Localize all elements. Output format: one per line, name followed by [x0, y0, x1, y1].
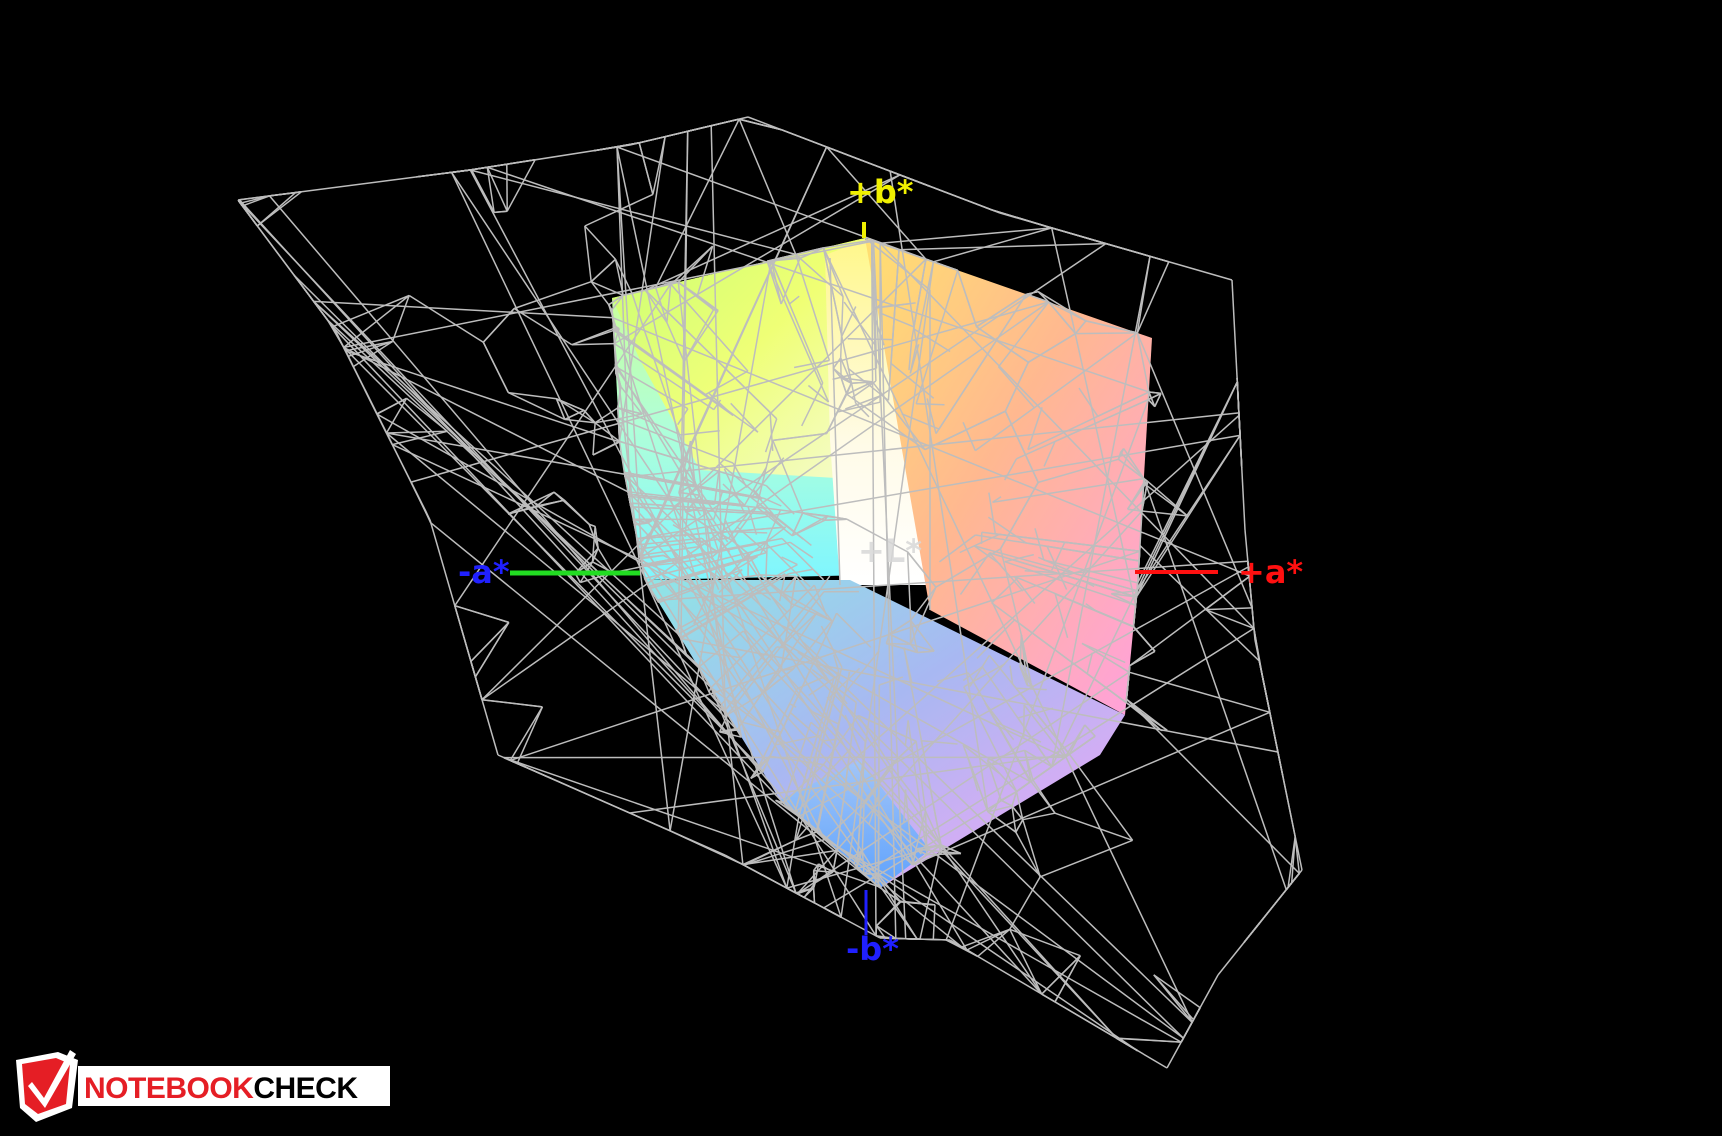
wireframe-edge: [410, 481, 432, 524]
wireframe-edge: [471, 163, 507, 171]
wireframe-edge: [481, 698, 543, 708]
wireframe-mesh: [237, 116, 1303, 1069]
wireframe-edge: [1147, 391, 1150, 400]
wireframe-edge: [352, 366, 366, 391]
wireframe-edge: [386, 432, 625, 476]
wireframe-edge: [1125, 698, 1300, 874]
wireframe-edge: [509, 706, 544, 761]
wireframe-edge: [826, 146, 891, 172]
wireframe-edge: [345, 350, 620, 443]
wireframe-edge: [590, 258, 617, 283]
wireframe-edge: [408, 294, 484, 343]
axis-label-minus-b: -b*: [846, 930, 899, 968]
wireframe-edge: [1258, 660, 1265, 685]
wireframe-edge: [556, 398, 596, 424]
wireframe-edge: [1268, 707, 1279, 753]
checkmark-logo-icon: [16, 1050, 78, 1122]
wireframe-edge: [743, 838, 826, 866]
axis-label-plus-b: +b*: [847, 173, 914, 211]
wireframe-edge: [781, 129, 827, 148]
wireframe-edge: [1068, 753, 1134, 841]
wireframe-edge: [1259, 889, 1287, 923]
wireframe-edge: [847, 338, 893, 341]
wireframe-edge: [1282, 776, 1296, 837]
gamut-diagram: +b* -b* +a* -a* +L* NOTEBOOKCHECK: [16, 116, 1303, 1122]
wireframe-edge: [1128, 671, 1271, 714]
notebookcheck-logo: NOTEBOOKCHECK: [16, 1050, 390, 1122]
wireframe-edge: [1015, 819, 1024, 833]
wireframe-edge: [823, 907, 838, 916]
wireframe-edge: [1205, 607, 1253, 611]
wireframe-edge: [786, 816, 800, 889]
wireframe-edge: [509, 759, 552, 780]
wireframe-edge: [1116, 1037, 1182, 1043]
wireframe-edge: [1192, 1007, 1201, 1021]
wireframe-edge: [295, 191, 302, 194]
axis-label-minus-a: -a*: [458, 553, 510, 591]
wireframe-edge: [482, 341, 509, 393]
wireframe-edge: [814, 902, 825, 909]
wireframe-edge: [932, 904, 936, 940]
wireframe-edge: [1075, 332, 1138, 335]
axis-label-plus-l: +L*: [858, 532, 922, 570]
wireframe-edge: [690, 118, 740, 132]
wireframe-edge: [571, 342, 615, 346]
wireframe-edge: [629, 812, 671, 832]
wireframe-edge: [1051, 227, 1107, 245]
wireframe-edge: [1205, 608, 1255, 630]
wireframe-edge: [812, 887, 816, 903]
wireframe-edge: [739, 118, 782, 131]
wireframe-edge: [516, 706, 544, 764]
wireframe-edge: [1243, 921, 1261, 943]
wireframe-edge: [1180, 1021, 1193, 1043]
wireframe-edge: [470, 621, 510, 662]
wireframe-edge: [1039, 839, 1133, 878]
wireframe-edge: [332, 294, 410, 328]
wireframe-edge: [416, 171, 452, 178]
wireframe-edge: [664, 130, 688, 138]
wireframe-edge: [1148, 391, 1162, 395]
wireframe-edge: [256, 225, 295, 276]
wireframe-edge: [1129, 575, 1250, 667]
wireframe-edge: [639, 135, 666, 144]
wireframe-edge: [638, 142, 654, 195]
wireframe-edge: [1236, 381, 1240, 416]
wireframe-edge: [1239, 435, 1243, 469]
wireframe-edge: [1251, 607, 1255, 629]
wireframe-edge: [1277, 751, 1284, 777]
wireframe-edge: [991, 209, 1052, 229]
wireframe-edge: [1132, 626, 1156, 652]
wireframe-edge: [454, 604, 510, 624]
wireframe-edge: [474, 622, 510, 678]
wireframe-edge: [617, 407, 620, 419]
wireframe-edge: [708, 550, 723, 554]
wireframe-edge: [364, 390, 378, 415]
wireframe-edge: [470, 169, 796, 256]
wireframe-edge: [449, 169, 472, 174]
wireframe-edge: [584, 225, 592, 282]
axis-label-plus-a: +a*: [1238, 553, 1303, 591]
wireframe-edge: [877, 756, 880, 887]
wireframe-edge: [571, 327, 614, 346]
wireframe-edge: [584, 225, 617, 260]
wireframe-edge: [1105, 242, 1151, 258]
wireframe-edge: [470, 661, 483, 700]
wireframe-edge: [1054, 1001, 1117, 1039]
wireframe-edge: [917, 181, 982, 207]
wireframe-edge: [513, 280, 592, 310]
wireframe-edge: [980, 204, 993, 211]
wireframe-edge: [1041, 993, 1056, 1003]
wireframe-edge: [898, 242, 1106, 251]
wireframe-edge: [875, 901, 902, 927]
wireframe-edge: [961, 928, 1011, 948]
wireframe-edge: [506, 159, 536, 165]
logo-text-notebook: NOTEBOOKCHECK: [84, 1072, 358, 1105]
wireframe-edge: [1054, 812, 1133, 842]
wireframe-edge: [803, 896, 815, 904]
wireframe-edge: [1149, 255, 1170, 263]
wireframe-edge: [592, 422, 596, 456]
wireframe-edge: [494, 210, 508, 214]
wireframe-edge: [553, 491, 565, 501]
wireframe-edge: [563, 499, 590, 525]
